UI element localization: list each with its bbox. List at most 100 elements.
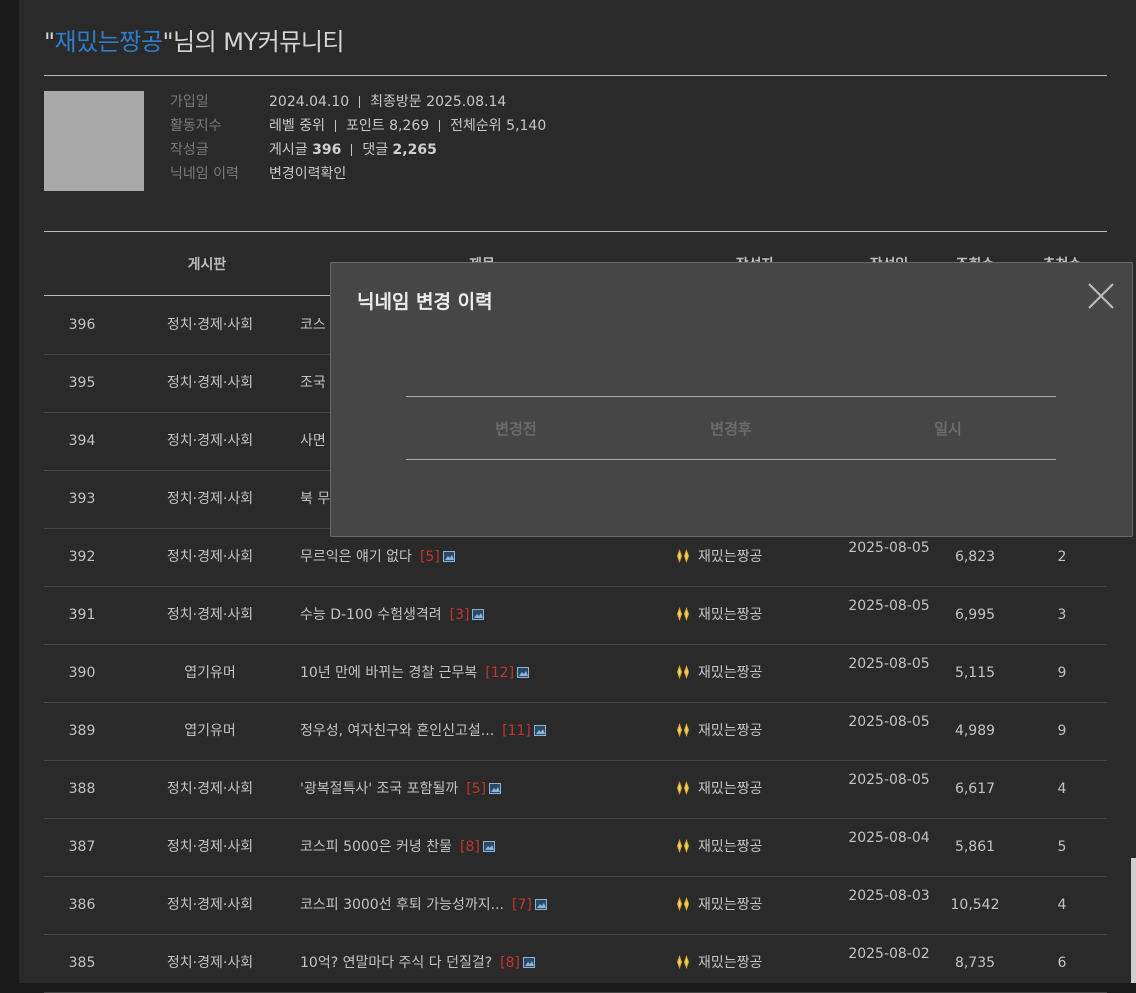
- board-link[interactable]: 정치·경제·사회: [140, 528, 280, 586]
- author-cell[interactable]: 재밌는짱공: [676, 586, 762, 644]
- divider: [44, 75, 1107, 76]
- nickname-history-modal: 닉네임 변경 이력 변경전 변경후 일시: [330, 262, 1133, 537]
- post-number: 386: [68, 897, 96, 913]
- post-title-cell: 수능 D-100 수험생격려 [3]: [300, 586, 485, 644]
- table-row[interactable]: 390 엽기유머 10년 만에 바뀌는 경찰 근무복 [12] 재밌는짱공 2025-08…: [44, 644, 1107, 703]
- table-row[interactable]: 389 엽기유머 정우성, 여자친구와 혼인신고설... [11] 재밌는짱공 2025-…: [44, 702, 1107, 761]
- recommend-count: 9: [1057, 665, 1067, 681]
- author-name[interactable]: 재밌는짱공: [698, 781, 762, 797]
- scrollbar[interactable]: [1131, 858, 1136, 983]
- author-cell[interactable]: 재밌는짱공: [676, 702, 762, 760]
- board-link[interactable]: 정치·경제·사회: [140, 412, 280, 470]
- post-title-link[interactable]: 사면: [300, 433, 326, 449]
- nick-history-link[interactable]: 변경이력확인: [269, 163, 346, 185]
- comment-count: [12]: [485, 665, 515, 681]
- recommend-count: 6: [1057, 955, 1067, 971]
- board-link[interactable]: 엽기유머: [140, 702, 280, 760]
- board-link[interactable]: 정치·경제·사회: [140, 876, 280, 934]
- table-row[interactable]: 391 정치·경제·사회 수능 D-100 수험생격려 [3] 재밌는짱공 2025-08…: [44, 586, 1107, 645]
- board-link[interactable]: 정치·경제·사회: [140, 934, 280, 992]
- post-title-cell: 사면: [300, 412, 326, 470]
- board-link[interactable]: 정치·경제·사회: [140, 296, 280, 354]
- author-name[interactable]: 재밌는짱공: [698, 955, 762, 971]
- image-icon: [517, 667, 530, 678]
- author-name[interactable]: 재밌는짱공: [698, 897, 762, 913]
- author-name[interactable]: 재밌는짱공: [698, 549, 762, 565]
- divider: [44, 231, 1107, 232]
- board-link[interactable]: 정치·경제·사회: [140, 354, 280, 412]
- table-row[interactable]: 388 정치·경제·사회 '광복절특사' 조국 포함될까 [5] 재밌는짱공 2025-0…: [44, 760, 1107, 819]
- post-title-link[interactable]: 수능 D-100 수험생격려: [300, 607, 442, 623]
- post-title-link[interactable]: 조국: [300, 375, 326, 391]
- post-number: 394: [68, 433, 96, 449]
- view-count: 10,542: [950, 897, 1000, 913]
- author-name[interactable]: 재밌는짱공: [698, 607, 762, 623]
- author-name[interactable]: 재밌는짱공: [698, 723, 762, 739]
- author-cell[interactable]: 재밌는짱공: [676, 644, 762, 702]
- view-count: 6,617: [954, 781, 996, 797]
- post-date: 2025-08-05: [848, 598, 930, 614]
- image-icon: [489, 783, 502, 794]
- table-row[interactable]: 386 정치·경제·사회 코스피 3000선 후퇴 가능성까지... [7] 재밌는짱공…: [44, 876, 1107, 935]
- level-badge-icon: [677, 839, 689, 853]
- post-number: 385: [68, 955, 96, 971]
- post-number: 390: [68, 665, 96, 681]
- post-number: 395: [68, 375, 96, 391]
- comment-count: [11]: [502, 723, 531, 739]
- post-title-link[interactable]: 북 무: [300, 491, 330, 507]
- image-icon: [534, 899, 547, 910]
- board-link[interactable]: 정치·경제·사회: [140, 818, 280, 876]
- post-title-cell: 북 무: [300, 470, 330, 528]
- post-title-link[interactable]: 무르익은 얘기 없다: [300, 549, 412, 565]
- author-cell[interactable]: 재밌는짱공: [676, 818, 762, 876]
- recommend-count: 4: [1057, 781, 1067, 797]
- recommend-count: 4: [1057, 897, 1067, 913]
- modal-divider: [406, 459, 1056, 460]
- board-link[interactable]: 정치·경제·사회: [140, 760, 280, 818]
- post-number: 392: [68, 549, 96, 565]
- post-title-link[interactable]: 10년 만에 바뀌는 경찰 근무복: [300, 665, 477, 681]
- post-title-link[interactable]: 정우성, 여자친구와 혼인신고설...: [300, 723, 494, 739]
- board-link[interactable]: 엽기유머: [140, 644, 280, 702]
- post-date: 2025-08-05: [848, 772, 930, 788]
- view-count: 5,861: [954, 839, 996, 855]
- author-cell[interactable]: 재밌는짱공: [676, 934, 762, 992]
- view-count: 6,995: [954, 607, 996, 623]
- post-number: 388: [68, 781, 96, 797]
- table-row[interactable]: 387 정치·경제·사회 코스피 5000은 커녕 찬물 [8] 재밌는짱공 2025-0…: [44, 818, 1107, 877]
- board-link[interactable]: 정치·경제·사회: [140, 586, 280, 644]
- title-nickname: 재밌는짱공: [54, 28, 163, 56]
- modal-col-after: 변경후: [710, 420, 752, 438]
- recommend-count: 5: [1057, 839, 1067, 855]
- close-icon[interactable]: [1087, 282, 1115, 310]
- comment-count: [8]: [500, 955, 520, 971]
- avatar: [44, 91, 144, 191]
- level-badge-icon: [677, 781, 689, 795]
- page-title: "재밌는짱공"님의 MY커뮤니티: [44, 28, 344, 56]
- post-number: 391: [68, 607, 96, 623]
- post-title-link[interactable]: 코스: [300, 317, 326, 333]
- author-name[interactable]: 재밌는짱공: [698, 665, 762, 681]
- post-title-cell: '광복절특사' 조국 포함될까 [5]: [300, 760, 502, 818]
- post-title-link[interactable]: 코스피 5000은 커녕 찬물: [300, 839, 452, 855]
- header-board: 게시판: [187, 257, 227, 273]
- table-row[interactable]: 385 정치·경제·사회 10억? 연말마다 주식 다 던질걸? [8] 재밌는짱공 20…: [44, 934, 1107, 993]
- post-title-cell: 조국: [300, 354, 326, 412]
- image-icon: [482, 841, 495, 852]
- board-link[interactable]: 정치·경제·사회: [140, 470, 280, 528]
- post-number: 389: [68, 723, 96, 739]
- author-name[interactable]: 재밌는짱공: [698, 839, 762, 855]
- level-badge-icon: [677, 897, 689, 911]
- post-title-link[interactable]: 10억? 연말마다 주식 다 던질걸?: [300, 955, 492, 971]
- post-title-cell: 정우성, 여자친구와 혼인신고설... [11]: [300, 702, 546, 760]
- comment-count: [8]: [460, 839, 480, 855]
- post-date: 2025-08-05: [848, 540, 930, 556]
- post-date: 2025-08-05: [848, 656, 930, 672]
- author-cell[interactable]: 재밌는짱공: [676, 760, 762, 818]
- post-title-link[interactable]: 코스피 3000선 후퇴 가능성까지...: [300, 897, 504, 913]
- post-title-link[interactable]: '광복절특사' 조국 포함될까: [300, 781, 458, 797]
- author-cell[interactable]: 재밌는짱공: [676, 876, 762, 934]
- comment-count: [3]: [449, 607, 470, 623]
- post-title-cell: 10억? 연말마다 주식 다 던질걸? [8]: [300, 934, 535, 992]
- post-date: 2025-08-03: [848, 888, 930, 904]
